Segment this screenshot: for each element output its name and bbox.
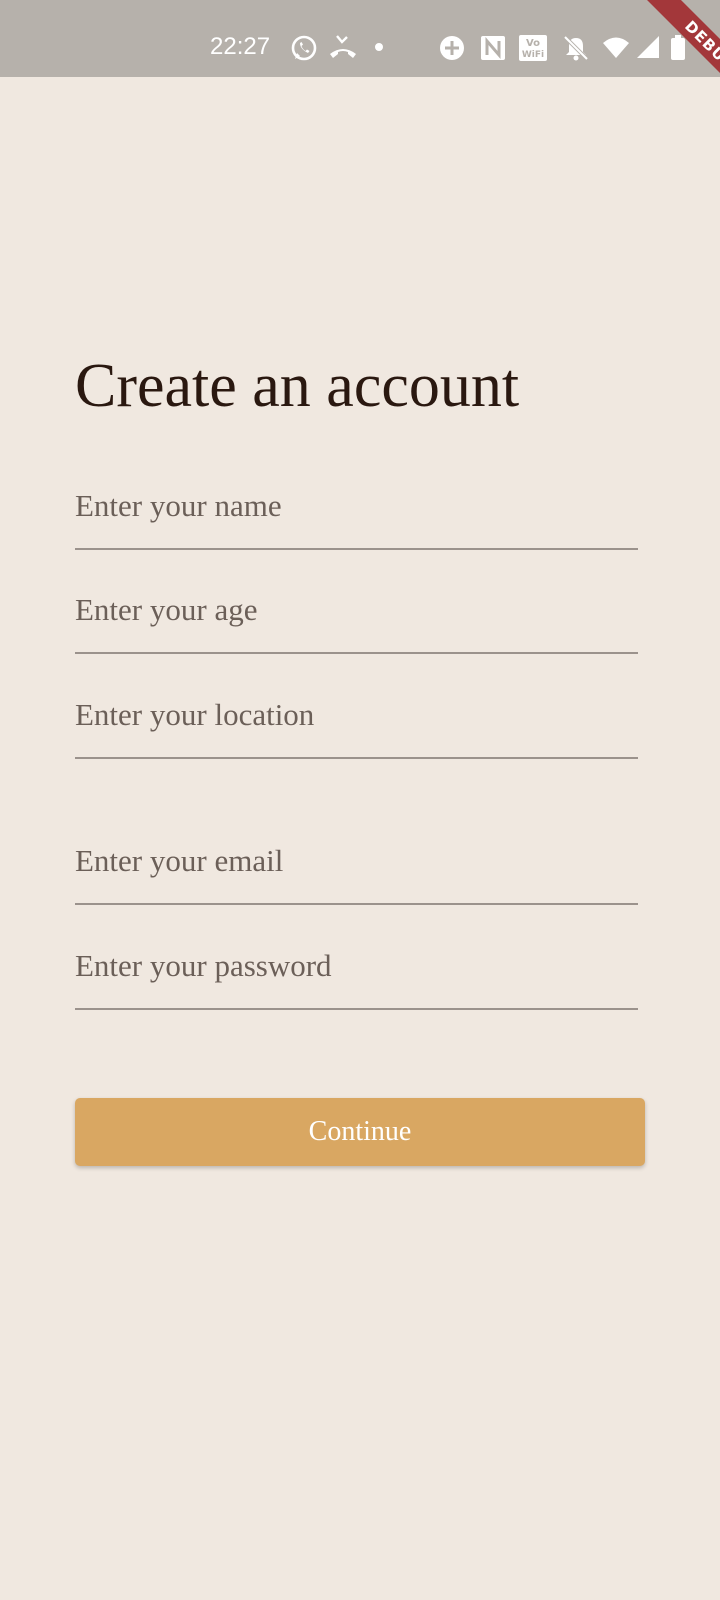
age-input[interactable] <box>75 580 638 652</box>
missed-call-icon <box>330 35 356 58</box>
dot-icon <box>375 43 383 51</box>
continue-button[interactable]: Continue <box>75 1098 645 1166</box>
battery-icon <box>671 35 685 60</box>
age-field <box>75 580 638 654</box>
vowifi-label-top: Vo <box>526 38 540 49</box>
data-saver-icon <box>440 36 464 60</box>
name-input[interactable] <box>75 476 638 548</box>
nfc-icon <box>481 36 505 60</box>
status-bar: 22:27 Vo WiFi <box>0 0 720 77</box>
vowifi-icon: Vo WiFi <box>519 35 547 61</box>
location-field <box>75 685 638 759</box>
status-time: 22:27 <box>210 33 271 60</box>
mute-icon <box>563 35 589 61</box>
vowifi-label-bottom: WiFi <box>522 50 544 60</box>
email-field <box>75 831 638 905</box>
page-title: Create an account <box>75 352 520 420</box>
signal-icon <box>637 36 659 58</box>
password-input[interactable] <box>75 936 638 1008</box>
wifi-icon <box>603 37 629 58</box>
whatsapp-icon <box>291 35 317 61</box>
name-field <box>75 476 638 550</box>
email-input[interactable] <box>75 831 638 903</box>
password-field <box>75 936 638 1010</box>
location-input[interactable] <box>75 685 638 757</box>
